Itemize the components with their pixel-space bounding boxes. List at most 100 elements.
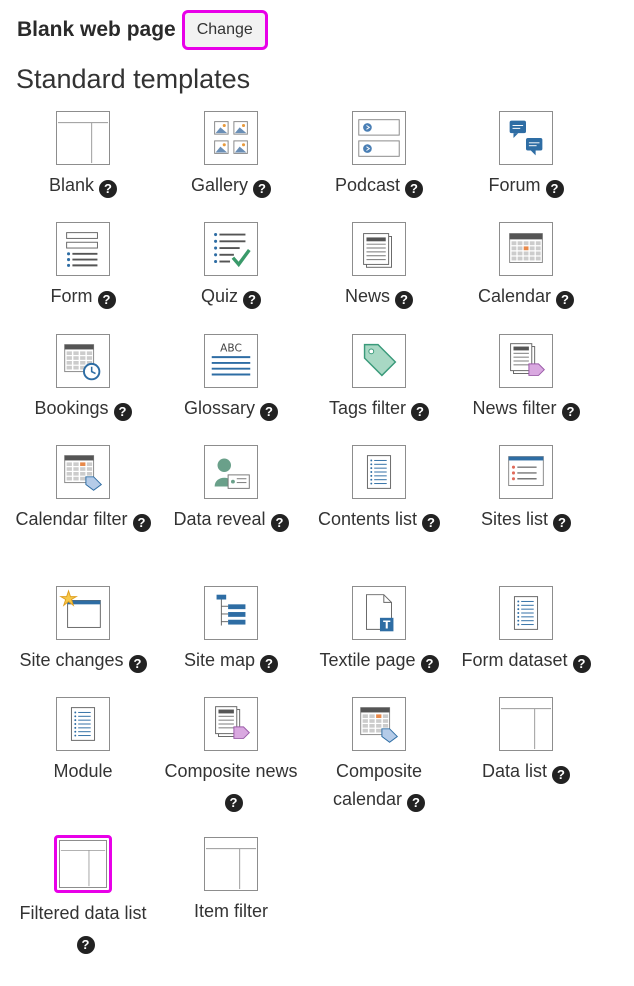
- data-list-icon[interactable]: [499, 697, 553, 751]
- item-filter-icon[interactable]: [204, 837, 258, 891]
- glossary-icon[interactable]: ABC: [204, 334, 258, 388]
- help-icon[interactable]: ?: [572, 655, 591, 673]
- template-site-map[interactable]: Site map?: [157, 586, 305, 674]
- template-calendar-filter[interactable]: Calendar filter?: [9, 445, 157, 533]
- forum-icon[interactable]: [499, 111, 553, 165]
- bookings-icon[interactable]: [56, 334, 110, 388]
- calendar-filter-icon[interactable]: [56, 445, 110, 499]
- form-dataset-icon[interactable]: [499, 586, 553, 640]
- help-icon[interactable]: ?: [132, 514, 151, 532]
- template-label-text: Blank: [48, 175, 95, 195]
- template-composite-calendar[interactable]: Composite calendar?: [305, 697, 453, 813]
- template-glossary[interactable]: ABC Glossary?: [157, 334, 305, 422]
- textile-page-icon[interactable]: T: [352, 586, 406, 640]
- module-icon[interactable]: [56, 697, 110, 751]
- template-label-text: Composite news: [164, 761, 298, 781]
- help-icon[interactable]: ?: [407, 794, 426, 812]
- help-icon[interactable]: ?: [405, 180, 424, 198]
- help-icon[interactable]: ?: [411, 403, 430, 421]
- help-icon[interactable]: ?: [128, 655, 147, 673]
- template-label-text: Glossary: [183, 398, 255, 418]
- template-label: Module: [9, 757, 157, 785]
- template-news[interactable]: News?: [305, 222, 453, 310]
- template-podcast[interactable]: Podcast?: [305, 111, 453, 199]
- template-label: Calendar filter?: [9, 505, 157, 533]
- help-icon[interactable]: ?: [243, 291, 261, 309]
- change-button[interactable]: Change: [181, 10, 268, 50]
- template-gallery[interactable]: Gallery?: [157, 111, 305, 199]
- template-label-text: Form: [50, 286, 93, 306]
- template-data-list[interactable]: Data list?: [452, 697, 600, 785]
- help-icon[interactable]: ?: [422, 514, 441, 532]
- help-icon[interactable]: ?: [97, 291, 116, 309]
- template-label: Composite calendar?: [305, 757, 453, 813]
- help-icon[interactable]: ?: [260, 403, 278, 421]
- template-label: Contents list?: [305, 505, 453, 533]
- help-icon[interactable]: ?: [113, 403, 132, 421]
- help-icon[interactable]: ?: [270, 514, 289, 532]
- template-tags-filter[interactable]: Tags filter?: [305, 334, 453, 422]
- help-icon[interactable]: ?: [224, 794, 243, 812]
- template-form-dataset[interactable]: Form dataset?: [452, 586, 600, 674]
- help-icon[interactable]: ?: [420, 655, 439, 673]
- help-icon[interactable]: ?: [561, 403, 580, 421]
- template-label-text: Module: [53, 761, 113, 781]
- template-news-filter[interactable]: News filter?: [452, 334, 600, 422]
- template-label-text: Tags filter: [328, 398, 407, 418]
- template-data-reveal[interactable]: Data reveal?: [157, 445, 305, 533]
- template-composite-news[interactable]: Composite news?: [157, 697, 305, 813]
- sites-list-icon[interactable]: [499, 445, 553, 499]
- gallery-icon[interactable]: [204, 111, 258, 165]
- composite-calendar-icon[interactable]: [352, 697, 406, 751]
- template-blank[interactable]: Blank?: [9, 111, 157, 199]
- template-label-text: Filtered data list: [19, 903, 147, 923]
- template-textile-page[interactable]: T Textile page?: [305, 586, 453, 674]
- template-label-text: Bookings: [34, 398, 109, 418]
- news-icon[interactable]: [352, 222, 406, 276]
- template-label: Quiz?: [157, 282, 305, 310]
- filtered-data-list-icon[interactable]: [54, 835, 112, 893]
- contents-list-icon[interactable]: [352, 445, 406, 499]
- svg-text:ABC: ABC: [220, 342, 242, 354]
- quiz-icon[interactable]: [204, 222, 258, 276]
- template-label: News?: [305, 282, 453, 310]
- help-icon[interactable]: ?: [99, 180, 118, 198]
- template-label: Forum?: [452, 171, 600, 199]
- blank-layout-icon[interactable]: [56, 111, 110, 165]
- site-changes-icon[interactable]: [56, 586, 110, 640]
- podcast-icon[interactable]: [352, 111, 406, 165]
- data-reveal-icon[interactable]: [204, 445, 258, 499]
- template-quiz[interactable]: Quiz?: [157, 222, 305, 310]
- template-label: Filtered data list?: [9, 899, 157, 955]
- template-calendar[interactable]: Calendar?: [452, 222, 600, 310]
- template-label-text: Forum: [488, 175, 541, 195]
- template-sites-list[interactable]: Sites list?: [452, 445, 600, 533]
- template-item-filter[interactable]: Item filter: [157, 837, 305, 925]
- help-icon[interactable]: ?: [545, 180, 564, 198]
- help-icon[interactable]: ?: [253, 180, 271, 198]
- help-icon[interactable]: ?: [552, 766, 571, 784]
- template-filtered-data-list[interactable]: Filtered data list?: [9, 835, 157, 955]
- template-site-changes[interactable]: Site changes?: [9, 586, 157, 674]
- help-icon[interactable]: ?: [260, 655, 279, 673]
- template-label-text: Calendar: [477, 286, 552, 306]
- template-bookings[interactable]: Bookings?: [9, 334, 157, 422]
- template-label-text: Textile page: [319, 650, 416, 670]
- template-label: Data list?: [452, 757, 600, 785]
- calendar-icon[interactable]: [499, 222, 553, 276]
- help-icon[interactable]: ?: [553, 514, 572, 532]
- help-icon[interactable]: ?: [395, 291, 413, 309]
- form-icon[interactable]: [56, 222, 110, 276]
- news-filter-icon[interactable]: [499, 334, 553, 388]
- template-module[interactable]: Module: [9, 697, 157, 785]
- template-form[interactable]: Form?: [9, 222, 157, 310]
- template-label-text: Podcast: [334, 175, 401, 195]
- template-contents-list[interactable]: Contents list?: [305, 445, 453, 533]
- composite-news-icon[interactable]: [204, 697, 258, 751]
- help-icon[interactable]: ?: [76, 936, 95, 954]
- svg-text:T: T: [383, 619, 391, 631]
- tag-icon[interactable]: [352, 334, 406, 388]
- site-map-icon[interactable]: [204, 586, 258, 640]
- template-forum[interactable]: Forum?: [452, 111, 600, 199]
- help-icon[interactable]: ?: [556, 291, 575, 309]
